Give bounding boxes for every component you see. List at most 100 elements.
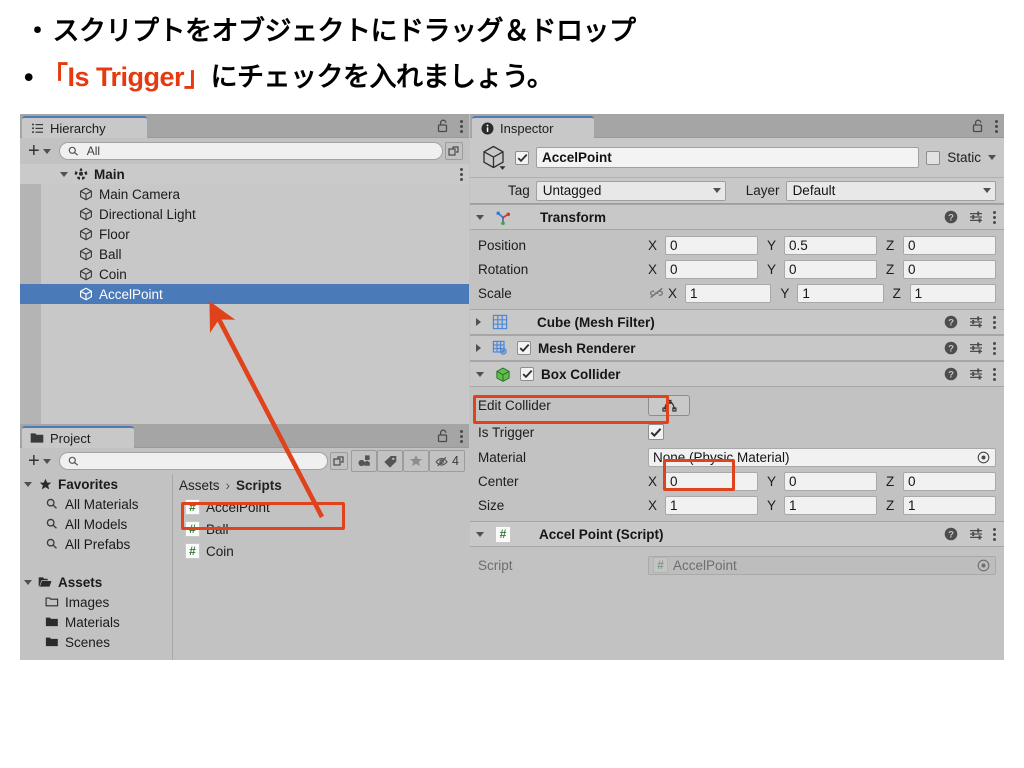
- is-trigger-checkbox[interactable]: [648, 424, 664, 440]
- asset-item-ball[interactable]: # Ball: [173, 518, 469, 540]
- hierarchy-item-floor[interactable]: Floor: [20, 224, 469, 244]
- gameobject-icon: [78, 246, 94, 262]
- component-header-mesh-renderer[interactable]: Mesh Renderer ?: [470, 335, 1004, 361]
- collider-material-objectfield[interactable]: None (Physic Material): [648, 447, 996, 467]
- tab-hierarchy[interactable]: Hierarchy: [22, 116, 147, 138]
- kebab-menu-icon[interactable]: [993, 527, 996, 541]
- chevron-down-icon[interactable]: [476, 531, 484, 537]
- project-tree-scenes[interactable]: Scenes: [20, 632, 172, 652]
- project-add-button[interactable]: +: [24, 451, 55, 471]
- help-icon[interactable]: ?: [943, 314, 959, 330]
- hierarchy-item-ball[interactable]: Ball: [20, 244, 469, 264]
- preset-icon[interactable]: [968, 366, 984, 382]
- edit-collider-button[interactable]: [648, 395, 690, 416]
- kebab-menu-icon[interactable]: [993, 341, 996, 355]
- project-tree-favorites[interactable]: Favorites: [20, 474, 172, 494]
- project-tree-all-materials[interactable]: All Materials: [20, 494, 172, 514]
- rotation-x-input[interactable]: 0: [665, 259, 758, 279]
- layer-dropdown[interactable]: Default: [785, 180, 996, 201]
- chevron-down-icon[interactable]: [60, 171, 68, 177]
- help-icon[interactable]: ?: [943, 366, 959, 382]
- constrain-proportions-off-icon[interactable]: [648, 285, 664, 301]
- rotation-z-input[interactable]: 0: [903, 259, 996, 279]
- expand-window-icon[interactable]: [445, 142, 463, 160]
- lock-open-icon[interactable]: [435, 118, 451, 134]
- favorites-star-icon[interactable]: [403, 450, 429, 472]
- size-x-input[interactable]: 1: [665, 495, 758, 515]
- scale-z-input[interactable]: 1: [909, 283, 996, 303]
- help-icon[interactable]: ?: [943, 526, 959, 542]
- size-z-input[interactable]: 1: [903, 495, 996, 515]
- scale-y-input[interactable]: 1: [797, 283, 884, 303]
- asset-item-accelpoint[interactable]: # AccelPoint: [173, 496, 469, 518]
- chevron-right-icon[interactable]: [476, 344, 481, 352]
- preset-icon[interactable]: [968, 209, 984, 225]
- box-collider-enabled-checkbox[interactable]: [520, 367, 534, 381]
- project-tree-assets[interactable]: Assets: [20, 572, 172, 592]
- asset-item-coin[interactable]: # Coin: [173, 540, 469, 562]
- component-header-box-collider[interactable]: Box Collider ?: [470, 361, 1004, 387]
- gameobject-enabled-checkbox[interactable]: [515, 150, 529, 165]
- breadcrumb-current[interactable]: Scripts: [236, 478, 282, 493]
- scale-x-input[interactable]: 1: [685, 283, 772, 303]
- project-body: Favorites All Materials All Models All P…: [20, 474, 469, 660]
- gameobject-name-input[interactable]: AccelPoint: [536, 147, 920, 168]
- preset-icon[interactable]: [968, 340, 984, 356]
- center-y-input[interactable]: 0: [784, 471, 877, 491]
- hierarchy-item-accelpoint[interactable]: AccelPoint: [20, 284, 469, 304]
- expand-window-icon[interactable]: [330, 452, 348, 470]
- lock-open-icon[interactable]: [435, 428, 451, 444]
- component-header-accel-point-script[interactable]: # Accel Point (Script) ?: [470, 521, 1004, 547]
- kebab-menu-icon[interactable]: [460, 167, 463, 181]
- component-header-transform[interactable]: Transform ?: [470, 204, 1004, 230]
- tab-project[interactable]: Project: [22, 426, 134, 448]
- chevron-down-icon[interactable]: [476, 371, 484, 377]
- breadcrumb-root[interactable]: Assets: [179, 478, 220, 493]
- kebab-menu-icon[interactable]: [460, 119, 463, 133]
- center-x-input[interactable]: 0: [665, 471, 758, 491]
- mesh-renderer-enabled-checkbox[interactable]: [517, 341, 531, 355]
- tab-inspector[interactable]: Inspector: [472, 116, 594, 138]
- search-by-type-icon[interactable]: [351, 450, 377, 472]
- hierarchy-item-coin[interactable]: Coin: [20, 264, 469, 284]
- help-icon[interactable]: ?: [943, 209, 959, 225]
- hierarchy-root-label: Main: [94, 166, 125, 182]
- object-picker-icon[interactable]: [975, 449, 991, 465]
- kebab-menu-icon[interactable]: [993, 210, 996, 224]
- hierarchy-add-button[interactable]: +: [24, 141, 55, 161]
- hierarchy-item-main-camera[interactable]: Main Camera: [20, 184, 469, 204]
- hidden-packages-icon[interactable]: 4: [429, 450, 465, 472]
- project-tree-images[interactable]: Images: [20, 592, 172, 612]
- kebab-menu-icon[interactable]: [993, 315, 996, 329]
- size-y-input[interactable]: 1: [784, 495, 877, 515]
- chevron-down-icon[interactable]: [988, 155, 996, 160]
- center-z-input[interactable]: 0: [903, 471, 996, 491]
- component-header-mesh-filter[interactable]: Cube (Mesh Filter) ?: [470, 309, 1004, 335]
- static-checkbox[interactable]: [926, 150, 941, 165]
- kebab-menu-icon[interactable]: [995, 119, 998, 133]
- preset-icon[interactable]: [968, 314, 984, 330]
- kebab-menu-icon[interactable]: [460, 429, 463, 443]
- kebab-menu-icon[interactable]: [993, 367, 996, 381]
- search-by-label-icon[interactable]: [377, 450, 403, 472]
- chevron-down-icon[interactable]: [24, 579, 32, 585]
- project-search-input[interactable]: [58, 452, 328, 470]
- lock-open-icon[interactable]: [970, 118, 986, 134]
- tag-dropdown[interactable]: Untagged: [535, 180, 726, 201]
- position-x-input[interactable]: 0: [665, 235, 758, 255]
- project-tree-all-prefabs[interactable]: All Prefabs: [20, 534, 172, 554]
- chevron-down-icon[interactable]: [476, 214, 484, 220]
- project-tree-materials[interactable]: Materials: [20, 612, 172, 632]
- hierarchy-item-directional-light[interactable]: Directional Light: [20, 204, 469, 224]
- hierarchy-search-input[interactable]: All: [58, 142, 443, 160]
- chevron-down-icon[interactable]: [24, 481, 32, 487]
- chevron-right-icon[interactable]: [476, 318, 481, 326]
- rotation-y-input[interactable]: 0: [784, 259, 877, 279]
- gameobject-name-value: AccelPoint: [542, 150, 612, 165]
- help-icon[interactable]: ?: [943, 340, 959, 356]
- preset-icon[interactable]: [968, 526, 984, 542]
- position-z-input[interactable]: 0: [903, 235, 996, 255]
- hierarchy-row-main[interactable]: Main: [20, 164, 469, 184]
- project-tree-all-models[interactable]: All Models: [20, 514, 172, 534]
- position-y-input[interactable]: 0.5: [784, 235, 877, 255]
